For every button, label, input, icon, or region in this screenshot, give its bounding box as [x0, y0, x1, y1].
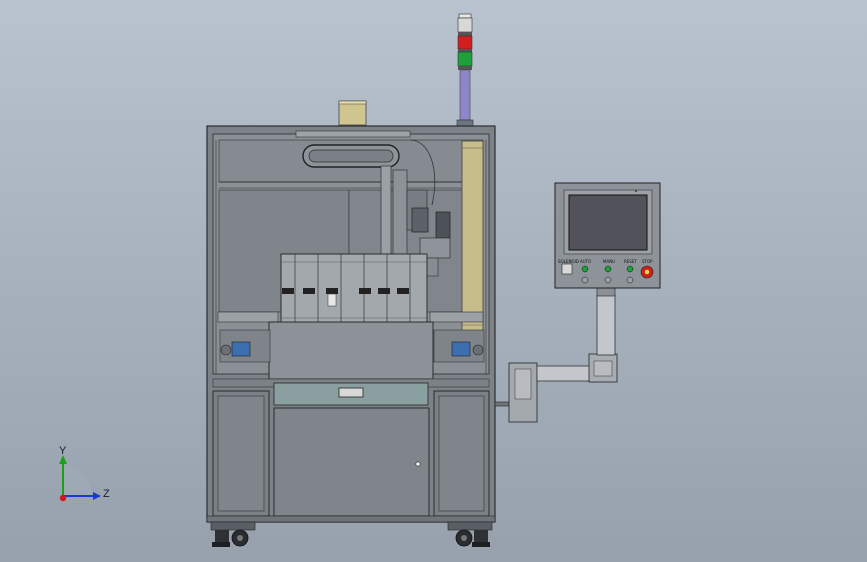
casters [210, 521, 493, 547]
axis-triad-icon: Y Z [59, 445, 110, 502]
hmi-screen[interactable] [568, 194, 648, 251]
switch-label-solenoid: SOLENOID [558, 259, 579, 264]
reset-lamp [626, 265, 634, 273]
auto-selector[interactable] [581, 276, 589, 284]
cabinet-door[interactable] [273, 407, 430, 517]
control-panel[interactable]: SOLENOID AUTO MANU RESET STOP [554, 182, 661, 289]
cad-viewport[interactable]: SOLENOID AUTO MANU RESET STOP Y Z [0, 0, 867, 562]
auto-lamp [581, 265, 589, 273]
magazine-rack [280, 253, 428, 327]
triad-z-label: Z [103, 488, 110, 500]
triad-y-label: Y [59, 445, 67, 457]
drawer-handle[interactable] [338, 387, 364, 398]
cable-slot [302, 144, 400, 168]
signal-tower-icon [456, 13, 474, 127]
manu-lamp [604, 265, 612, 273]
manu-selector[interactable] [604, 276, 612, 284]
reset-selector[interactable] [626, 276, 634, 284]
top-canister [338, 100, 367, 126]
switch-label-reset: RESET [624, 259, 637, 264]
lower-cabinet [206, 390, 496, 523]
switch-label-stop: STOP [642, 259, 653, 264]
door-lock-icon[interactable] [415, 461, 421, 467]
control-arm [494, 287, 618, 423]
solenoid-switch[interactable] [561, 263, 573, 275]
switch-label-auto: AUTO [580, 259, 591, 264]
switch-label-manu: MANU [603, 259, 615, 264]
material-tube [461, 140, 484, 334]
